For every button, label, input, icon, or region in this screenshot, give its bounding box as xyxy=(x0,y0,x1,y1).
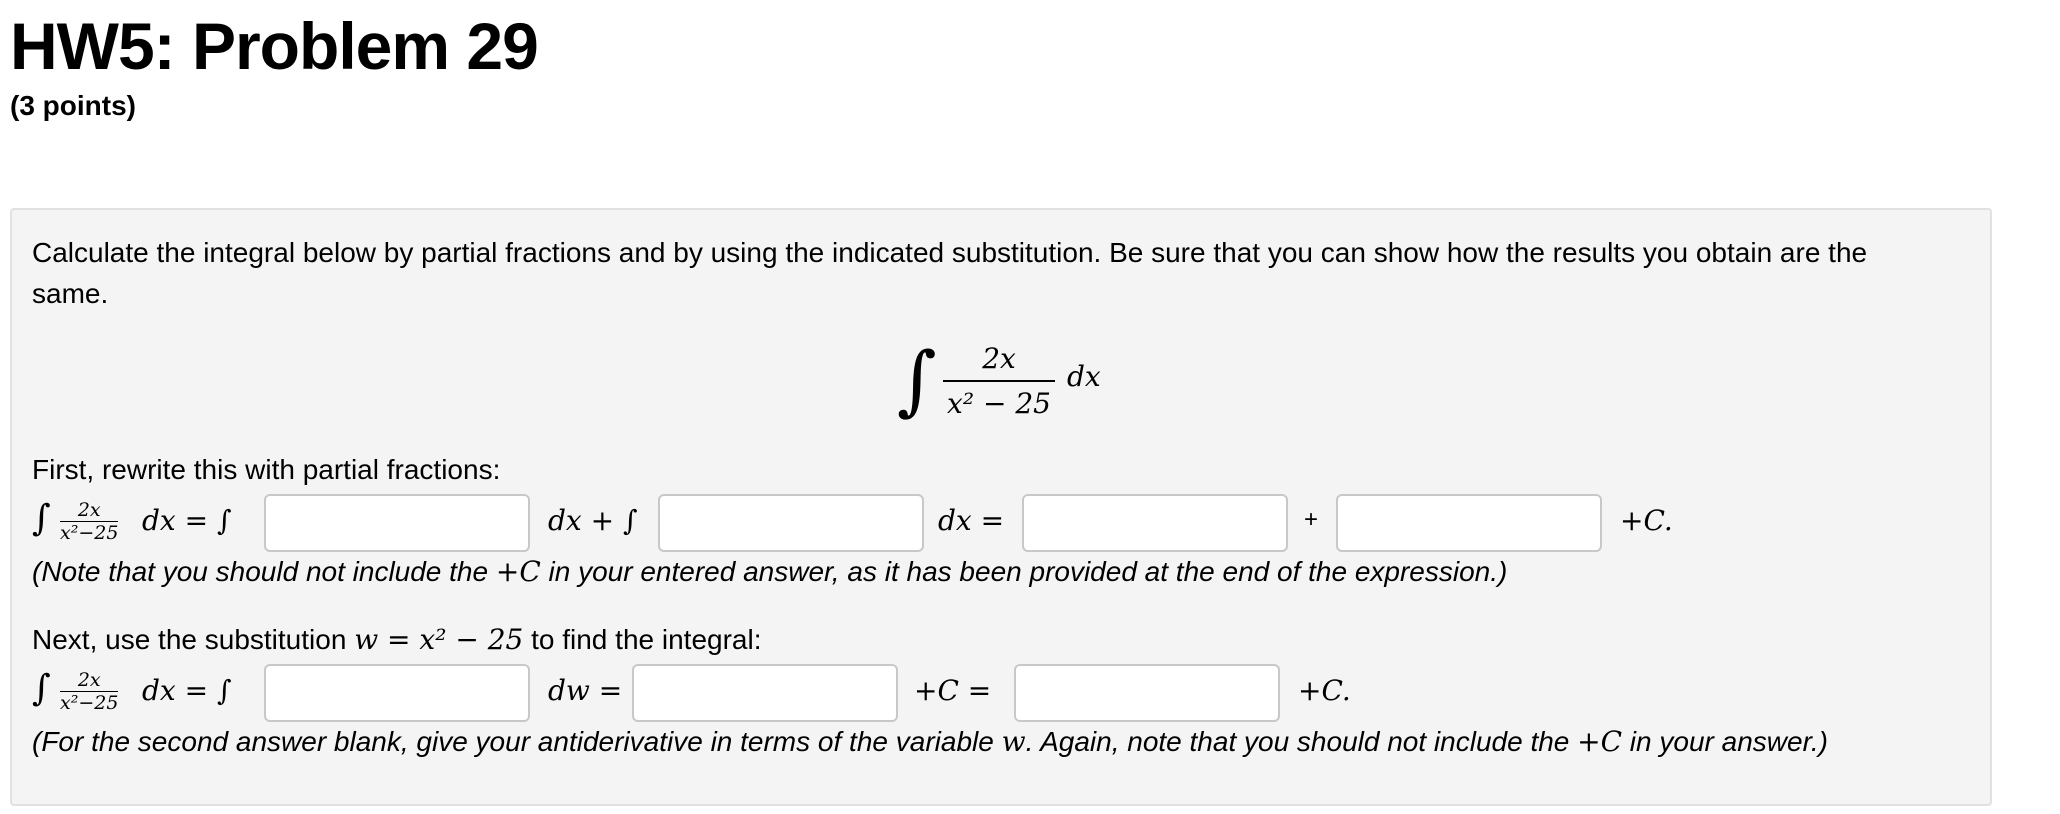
part2-equation: ∫ 2x x²−25 dx = ∫ dw = +C = +C. xyxy=(32,664,1432,724)
integral-sign: ∫ xyxy=(897,335,937,424)
part1-lhs-integral: ∫ xyxy=(32,498,51,539)
part2-substitution: w = x² − 25 xyxy=(354,623,524,656)
part1-note-suffix: in your entered answer, as it has been p… xyxy=(540,556,1508,587)
part2-prompt-prefix: Next, use the substitution xyxy=(32,624,355,655)
part2-note-w: w xyxy=(1001,725,1026,758)
part1-plus-c: +C. xyxy=(1620,504,1673,537)
fraction-bar xyxy=(943,380,1055,382)
part1-lhs-denominator: x²−25 xyxy=(60,522,119,544)
part2-note-c: +C xyxy=(1577,725,1623,758)
part2-lhs-denominator: x²−25 xyxy=(60,692,119,714)
integrand-denominator: x² − 25 xyxy=(947,387,1051,420)
part2-plus-c: +C. xyxy=(1298,674,1351,707)
integrand-fraction: 2x x² − 25 xyxy=(943,342,1055,422)
display-integral: ∫ 2x x² − 25 dx xyxy=(897,330,1117,430)
part2-dw-eq: dw = xyxy=(548,674,623,707)
part1-lhs-fraction: 2x x²−25 xyxy=(60,499,119,544)
part1-dx-eq: dx = xyxy=(938,504,1005,537)
partial-fraction-term1-input[interactable] xyxy=(264,494,530,552)
part2-lhs-numerator: 2x xyxy=(77,669,101,691)
part1-note-c: +C xyxy=(495,555,541,588)
antiderivative-w-input[interactable] xyxy=(632,664,898,722)
part2-lhs-tail: dx = ∫ xyxy=(142,674,232,707)
part2-prompt-suffix: to find the integral: xyxy=(523,624,762,655)
part2-lhs-fraction: 2x x²−25 xyxy=(60,669,119,714)
part2-note-prefix: (For the second answer blank, give your … xyxy=(32,726,1002,757)
part1-dx-plus-int: dx + ∫ xyxy=(548,504,638,537)
part1-note: (Note that you should not include the +C… xyxy=(32,554,1507,590)
page-title: HW5: Problem 29 xyxy=(10,9,539,83)
part2-note-suffix: in your answer.) xyxy=(1622,726,1828,757)
part1-prompt: First, rewrite this with partial fractio… xyxy=(32,454,501,485)
part2-lhs-integral: ∫ xyxy=(32,668,51,709)
substitution-integrand-input[interactable] xyxy=(264,664,530,722)
part2-prompt: Next, use the substitution w = x² − 25 t… xyxy=(32,622,761,658)
antiderivative-x-input[interactable] xyxy=(1014,664,1280,722)
part1-equation: ∫ 2x x²−25 dx = ∫ dx + ∫ dx = + +C. xyxy=(32,494,1692,554)
partial-fraction-term2-input[interactable] xyxy=(658,494,924,552)
part2-note: (For the second answer blank, give your … xyxy=(32,724,1828,760)
part2-plus-c-eq: +C = xyxy=(914,674,992,707)
part1-plus: + xyxy=(1304,506,1319,533)
part2-note-middle: . Again, note that you should not includ… xyxy=(1025,726,1578,757)
antiderivative-term1-input[interactable] xyxy=(1022,494,1288,552)
differential: dx xyxy=(1067,360,1101,393)
antiderivative-term2-input[interactable] xyxy=(1336,494,1602,552)
points-label: (3 points) xyxy=(10,90,136,121)
problem-panel: Calculate the integral below by partial … xyxy=(10,208,1992,806)
part1-lhs-tail: dx = ∫ xyxy=(142,504,232,537)
part1-note-prefix: (Note that you should not include the xyxy=(32,556,496,587)
problem-intro: Calculate the integral below by partial … xyxy=(32,237,1868,309)
integrand-numerator: 2x xyxy=(982,342,1016,375)
part1-lhs-numerator: 2x xyxy=(77,499,101,521)
